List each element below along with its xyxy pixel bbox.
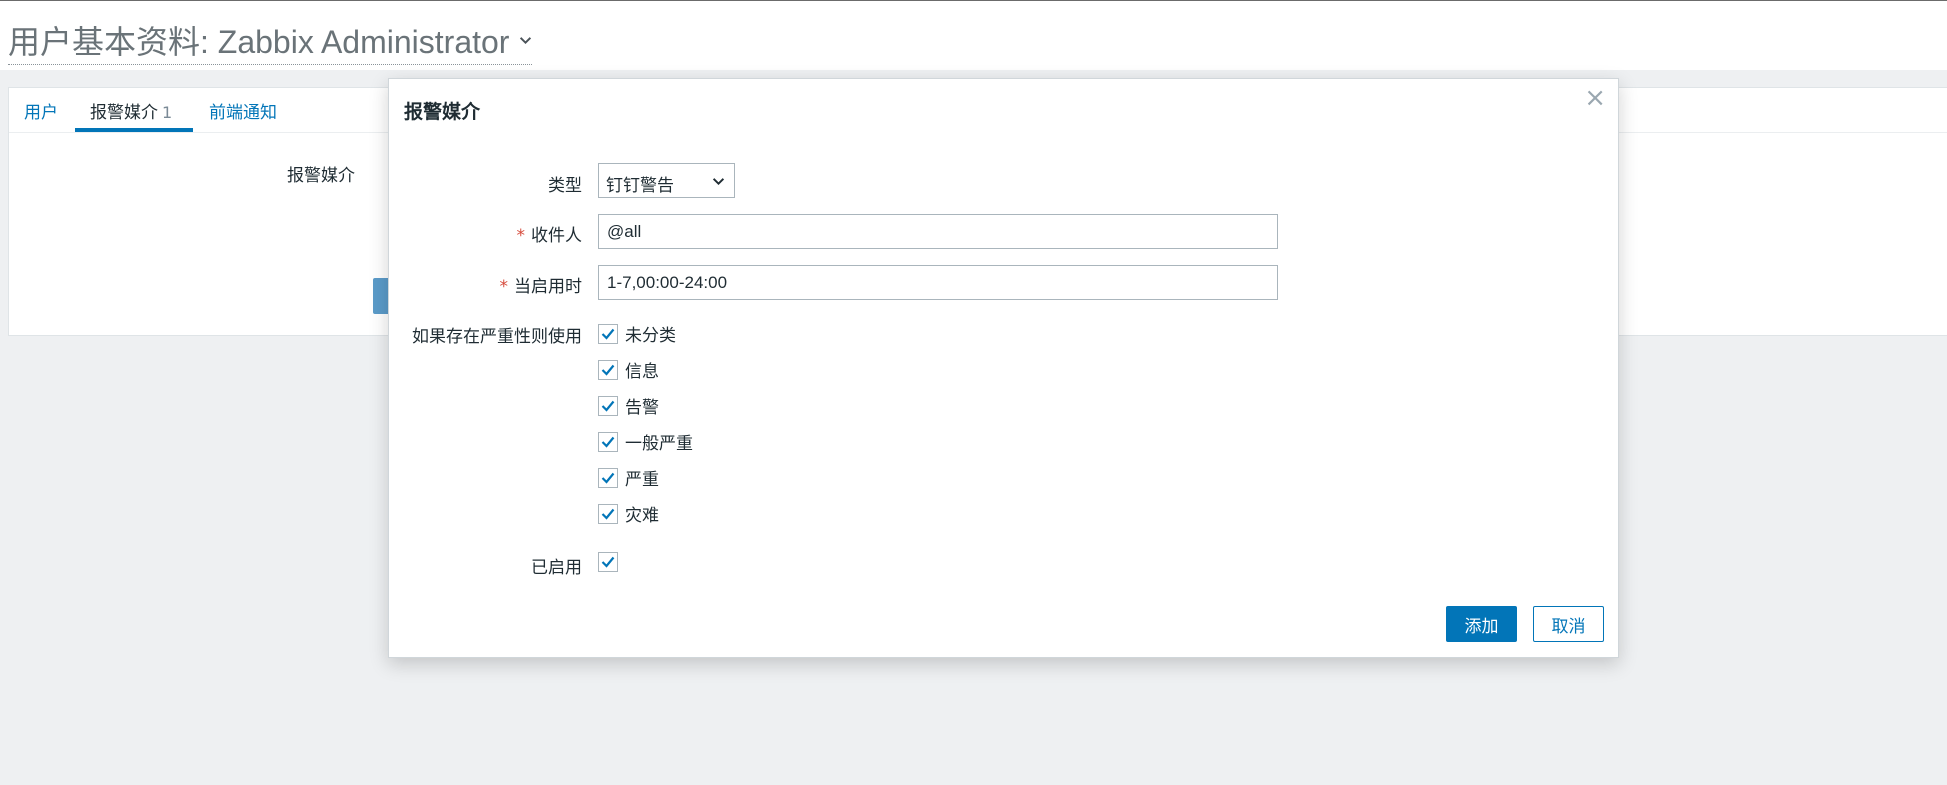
checkbox[interactable] (598, 503, 618, 524)
media-dialog: 报警媒介 × 类型 钉钉警告 * 收件人 @all * 当启用时 1-7,00:00… (388, 78, 1619, 658)
severity-average[interactable]: 一般严重 (598, 429, 693, 454)
checkbox[interactable] (598, 467, 618, 488)
enabled-label: 已启用 (531, 558, 582, 578)
tab-media[interactable]: 报警媒介 1 (90, 98, 172, 123)
checkbox[interactable] (598, 395, 618, 416)
severity-high[interactable]: 严重 (598, 465, 659, 490)
check-icon (601, 556, 615, 568)
type-select-value: 钉钉警告 (606, 176, 674, 196)
severity-not-classified[interactable]: 未分类 (598, 321, 676, 346)
tab-media-count: 1 (162, 103, 173, 122)
media-label: 报警媒介 (287, 166, 355, 186)
page-title: 用户基本资料: Zabbix Administrator (8, 24, 510, 60)
required-mark: * (516, 226, 526, 246)
severity-label: 如果存在严重性则使用 (412, 327, 582, 347)
checkbox[interactable] (598, 359, 618, 380)
check-icon (601, 328, 615, 340)
tab-user[interactable]: 用户 (24, 98, 58, 123)
period-input[interactable]: 1-7,00:00-24:00 (598, 265, 1278, 300)
dialog-title: 报警媒介 (404, 101, 481, 123)
cancel-button[interactable]: 取消 (1533, 606, 1604, 642)
enabled-checkbox-row[interactable] (598, 552, 618, 572)
severity-warning[interactable]: 告警 (598, 393, 659, 418)
active-tab-indicator (75, 128, 193, 132)
sendto-label: * 收件人 (516, 226, 583, 246)
type-select[interactable]: 钉钉警告 (598, 163, 735, 198)
check-icon (601, 436, 615, 448)
chevron-down-icon (712, 178, 725, 186)
check-icon (601, 472, 615, 484)
check-icon (601, 508, 615, 520)
close-icon[interactable]: × (1584, 85, 1606, 111)
checkbox[interactable] (598, 323, 618, 344)
chevron-down-icon (520, 36, 532, 44)
tab-frontend-messaging[interactable]: 前端通知 (209, 98, 277, 123)
page-header: 用户基本资料: Zabbix Administrator (0, 0, 1947, 70)
check-icon (601, 364, 615, 376)
checkbox[interactable] (598, 431, 618, 452)
severity-disaster[interactable]: 灾难 (598, 501, 659, 526)
severity-information[interactable]: 信息 (598, 357, 659, 382)
page-title-dropdown[interactable]: 用户基本资料: Zabbix Administrator (8, 17, 533, 65)
add-button[interactable]: 添加 (1446, 606, 1517, 642)
sendto-input[interactable]: @all (598, 214, 1278, 249)
enabled-checkbox[interactable] (598, 552, 618, 572)
period-label: * 当启用时 (499, 277, 583, 297)
required-mark: * (499, 277, 509, 297)
type-label: 类型 (548, 176, 582, 196)
check-icon (601, 400, 615, 412)
